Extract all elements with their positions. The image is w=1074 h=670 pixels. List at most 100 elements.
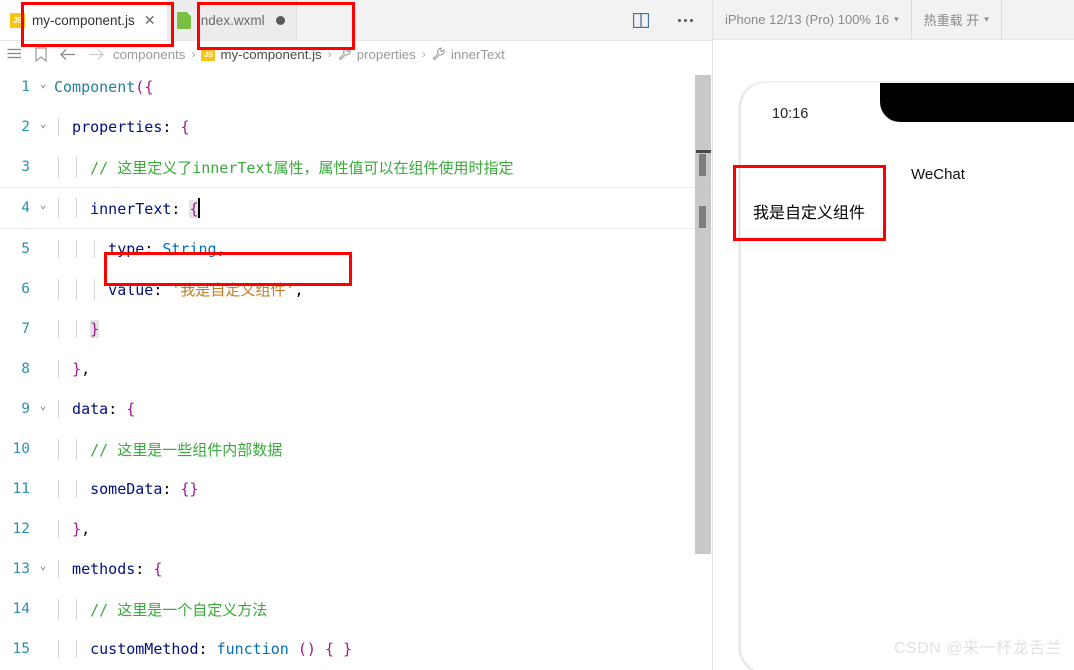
breadcrumb-separator: › [327,47,332,61]
wrench-icon [432,47,446,61]
code-line[interactable]: 7 } [0,309,712,349]
line-number: 14 [12,601,30,617]
code-token: methods [54,560,136,578]
code-line[interactable]: 13 ⌄ methods: { [0,549,712,589]
line-number: 3 [21,159,30,175]
device-selector[interactable]: iPhone 12/13 (Pro) 100% 16 ▾ [713,0,912,40]
nav-bar-title: WeChat [911,166,965,183]
indent-guide [58,400,59,418]
code-line[interactable]: 10 // 这里是一些组件内部数据 [0,429,712,469]
tab-label: index.wxml [197,12,265,28]
code-line[interactable]: 11 someData: {} [0,469,712,509]
code-token: : [171,200,190,218]
code-token: String [162,240,217,258]
js-file-icon: JS [201,47,216,61]
code-line[interactable]: 5 type: String, [0,229,712,269]
fold-chevron-icon[interactable]: ⌄ [32,399,54,412]
indent-guide [58,640,59,658]
fold-chevron-icon[interactable]: ⌄ [32,117,54,130]
breadcrumb-item-components[interactable]: components [113,47,185,62]
code-line[interactable]: 3 // 这里定义了innerText属性，属性值可以在组件使用时指定 [0,147,712,187]
tab-index-wxml[interactable]: index.wxml [166,0,297,40]
line-number: 12 [12,521,30,537]
bookmark-icon[interactable] [29,43,53,65]
code-text: }, [54,360,712,378]
code-text: Component({ [54,78,712,96]
code-line[interactable]: 15 customMethod: function () { } [0,629,712,669]
more-actions-icon[interactable] [672,7,698,33]
code-token: : [135,560,154,578]
fold-chevron-icon[interactable]: ⌄ [32,198,54,211]
code-line[interactable]: 14 // 这里是一个自定义方法 [0,589,712,629]
code-line[interactable]: 12 }, [0,509,712,549]
code-line[interactable]: 4 ⌄ innerText: { [0,187,712,229]
scrollbar-thumb[interactable] [695,75,711,554]
split-editor-icon[interactable] [628,7,654,33]
code-text: }, [54,520,712,538]
tab-label: my-component.js [32,12,135,28]
back-arrow-icon[interactable] [56,43,80,65]
code-text: innerText: { [54,198,712,218]
wxml-file-icon [176,11,191,29]
code-token: // 这里是一个自定义方法 [54,600,268,619]
code-token: , [81,520,91,538]
breadcrumb-item-my-component-js[interactable]: JS my-component.js [201,47,322,62]
breadcrumb-item-innertext[interactable]: innerText [432,47,505,62]
line-number: 7 [21,321,30,337]
line-number: 11 [12,481,30,497]
code-text: // 这里是一些组件内部数据 [54,438,712,460]
breadcrumb: components › JS my-component.js › proper… [113,47,505,62]
code-token: () [297,640,316,658]
hot-reload-label: 热重载 开 [923,13,980,28]
close-icon[interactable]: ✕ [144,13,156,27]
code-line[interactable]: 1 ⌄ Component({ [0,67,712,107]
breadcrumb-label: innerText [450,46,505,62]
fold-chevron-icon[interactable]: ⌄ [32,77,54,90]
code-token: : [144,240,163,258]
indent-guide [58,240,59,258]
indent-guide [58,598,59,620]
indent-guide [76,198,77,218]
code-line[interactable]: 9 ⌄ data: { [0,389,712,429]
code-token: data [54,400,109,418]
code-text: type: String, [54,240,712,258]
devtools-window: JS my-component.js ✕ index.wxml componen… [0,0,1074,670]
code-token: { } [324,640,353,658]
wrench-icon [338,47,352,61]
code-token: { [144,78,154,96]
code-token: // 这里定义了innerText属性，属性值可以在组件使用时指定 [54,158,514,177]
code-line[interactable]: 8 }, [0,349,712,389]
code-token: : [198,640,217,658]
fold-chevron-icon[interactable]: ⌄ [32,559,54,572]
breadcrumb-item-properties[interactable]: properties [338,47,416,62]
chevron-down-icon: ▾ [894,14,899,24]
line-number: 10 [12,441,30,457]
code-token: type [54,240,145,258]
indent-guide [58,118,59,136]
line-number: 1 [21,79,30,95]
editor-vertical-scrollbar[interactable] [695,66,711,670]
code-token: , [294,280,304,299]
code-token: // 这里是一些组件内部数据 [54,440,283,459]
code-token: : [162,118,181,136]
dot [683,18,687,22]
line-number: 4 [21,200,30,216]
editor-tabstrip: JS my-component.js ✕ index.wxml [0,0,712,41]
forward-arrow-icon[interactable] [83,43,107,65]
menu-icon[interactable] [2,43,26,65]
unsaved-indicator-icon[interactable] [275,15,285,25]
hot-reload-selector[interactable]: 热重载 开 ▾ [912,0,1002,40]
code-line[interactable]: 6 value: '我是自定义组件', [0,269,712,309]
code-editor[interactable]: 1 ⌄ Component({2 ⌄ properties: {3 // 这里定义了i… [0,67,712,670]
code-token: { [126,400,136,418]
indent-guide [58,278,59,300]
js-file-icon: JS [10,12,25,28]
code-line[interactable]: 2 ⌄ properties: { [0,107,712,147]
chevron-down-icon: ▾ [984,14,989,24]
phone-notch [880,83,1074,122]
tab-my-component-js[interactable]: JS my-component.js ✕ [0,0,167,40]
